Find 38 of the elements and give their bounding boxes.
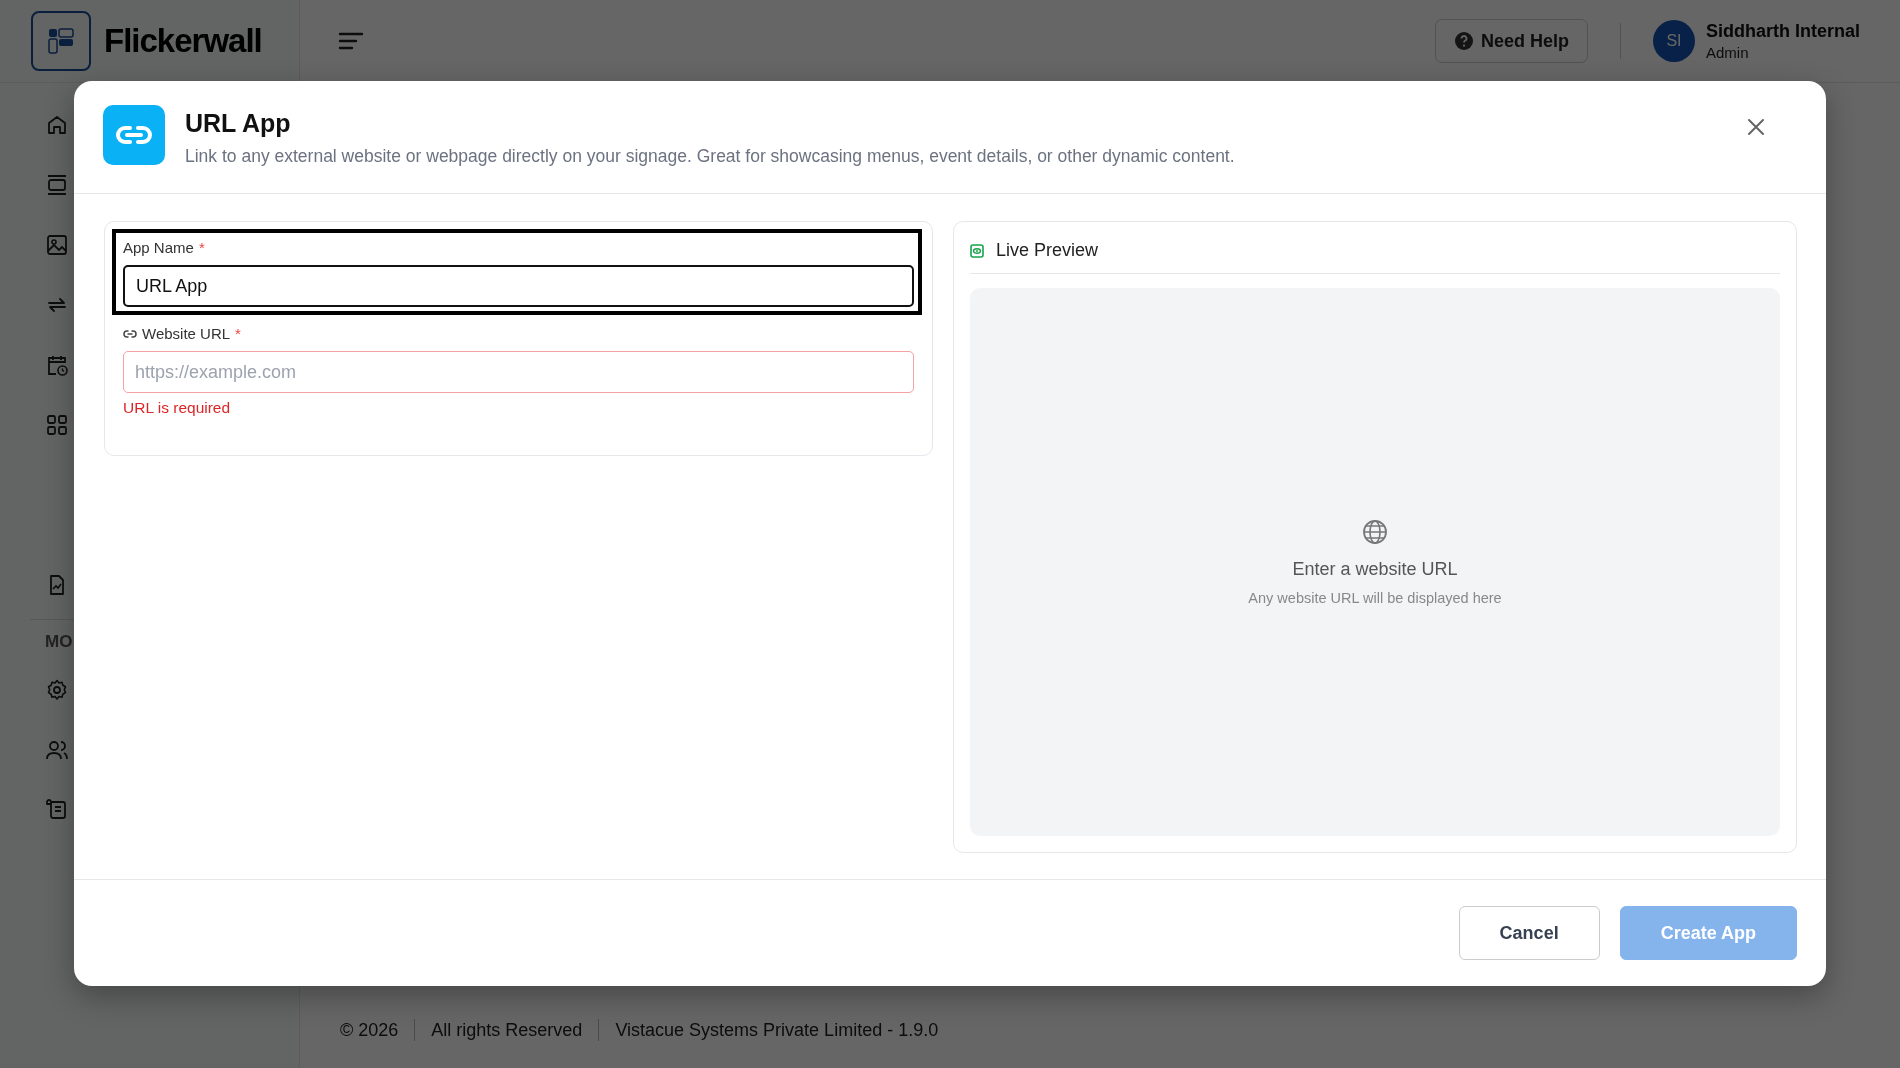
menu-icon[interactable] [338,31,364,51]
help-button[interactable]: Need Help [1434,19,1588,63]
text-field[interactable]: URL App [123,265,914,307]
image-icon[interactable] [45,233,69,257]
calendar-clock-icon[interactable] [45,353,69,377]
help-icon [1453,31,1474,51]
user-avatar[interactable]: SI [1653,20,1695,62]
sidebar-section-label: MO [45,632,73,652]
field-label: Website URL [142,325,231,342]
link-icon [103,105,165,165]
error-message: URL is required [123,399,232,417]
close-icon[interactable] [1747,118,1765,136]
logo-icon [31,11,91,71]
empty-state-title: Enter a website URL [1292,558,1458,580]
dialog-title: URL App [185,109,292,138]
brand-name: Flickerwall [104,22,262,60]
cancel-button[interactable]: Cancel [1458,906,1600,960]
grid-icon[interactable] [45,413,69,437]
required-mark: * [235,325,241,342]
globe-icon [1362,518,1388,545]
settings-icon[interactable] [45,678,69,702]
screen-icon[interactable] [45,173,69,197]
preview-title: Live Preview [996,240,1099,261]
dialog-description: Link to any external website or webpage directly on your signage. Great for showcasing menus, event details, or other dynamic content. [185,146,1235,167]
home-icon[interactable] [45,113,69,137]
user-name: Siddharth Internal [1706,21,1860,42]
required-mark: * [198,239,205,256]
footer-text: Vistacue Systems Private Limited - 1.9.0 [615,1019,939,1041]
users-icon[interactable] [45,738,69,762]
text-field[interactable]: https://example.com [123,351,914,393]
user-role: Admin [1706,44,1750,61]
link-icon [123,328,137,339]
footer-text: © 2026 [340,1019,399,1041]
footer-text: All rights Reserved [431,1019,583,1041]
scroll-icon[interactable] [45,798,69,822]
eye-icon [970,243,984,258]
empty-state-hint: Any website URL will be displayed here [1248,589,1502,606]
field-label: App Name [123,239,194,256]
